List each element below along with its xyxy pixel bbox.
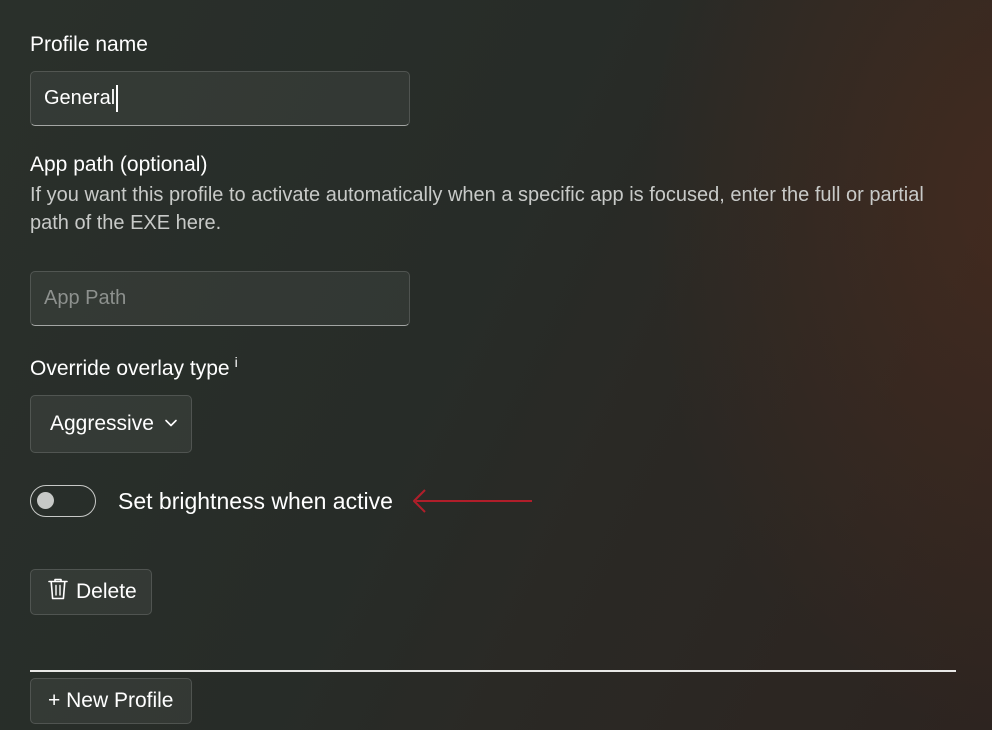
toggle-knob — [37, 492, 54, 509]
app-path-label: App path (optional) — [30, 153, 208, 176]
overlay-type-dropdown[interactable]: Aggressive — [30, 395, 192, 453]
profile-name-value: General — [44, 87, 116, 109]
new-profile-button[interactable]: + New Profile — [30, 678, 192, 724]
app-path-input[interactable]: App Path — [30, 271, 410, 326]
delete-button[interactable]: Delete — [30, 569, 152, 615]
overlay-type-selected: Aggressive — [50, 412, 154, 435]
trash-icon — [48, 578, 68, 600]
divider — [30, 670, 956, 672]
chevron-down-icon — [165, 419, 177, 427]
brightness-toggle-label: Set brightness when active — [118, 488, 393, 514]
app-path-placeholder: App Path — [44, 287, 127, 309]
overlay-type-label: Override overlay type i — [30, 354, 238, 381]
overlay-type-label-text: Override overlay type — [30, 357, 230, 380]
info-icon[interactable]: i — [235, 354, 238, 370]
delete-button-label: Delete — [76, 580, 137, 603]
brightness-toggle[interactable] — [30, 485, 96, 517]
text-caret — [116, 85, 119, 112]
profile-name-label: Profile name — [30, 33, 148, 56]
new-profile-button-label: + New Profile — [48, 689, 174, 712]
annotation-arrow-icon — [413, 489, 532, 513]
profile-name-input[interactable]: General — [30, 71, 410, 126]
app-path-description: If you want this profile to activate aut… — [30, 184, 924, 234]
